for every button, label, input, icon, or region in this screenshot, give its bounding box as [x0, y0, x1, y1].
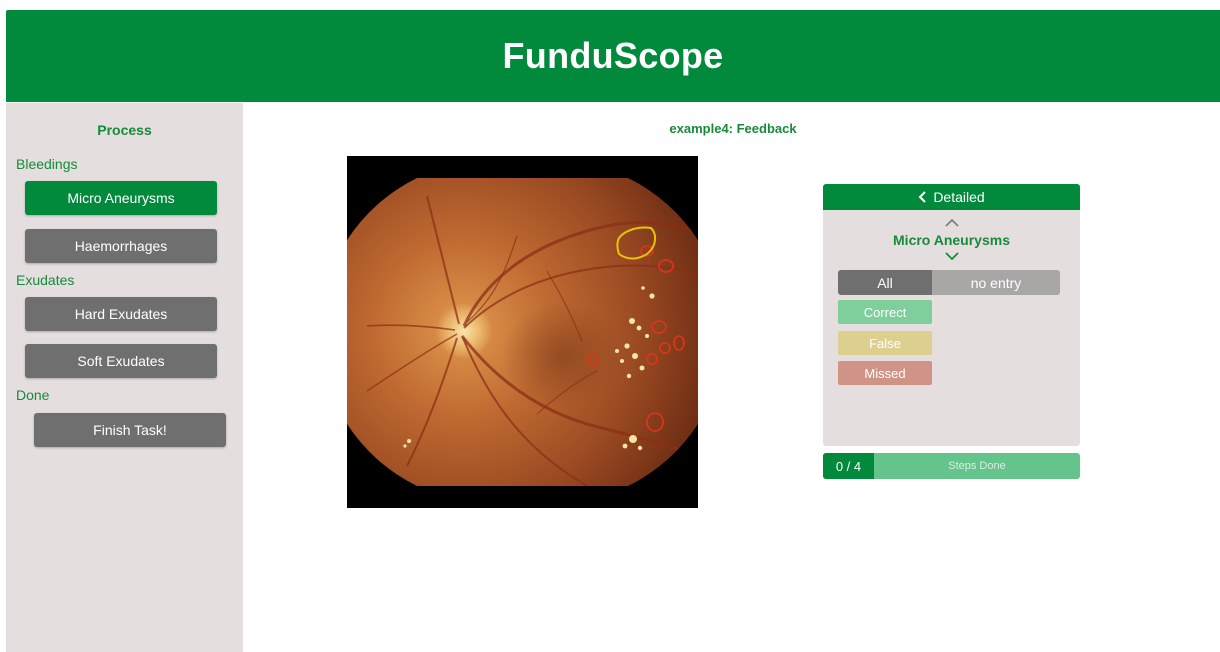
category-done: Done — [16, 387, 50, 403]
sidebar-item-hard-exudates[interactable]: Hard Exudates — [25, 297, 217, 331]
detail-panel: Micro Aneurysms All no entry Correct Fal… — [823, 210, 1080, 446]
current-category: Micro Aneurysms — [893, 232, 1010, 248]
legend-correct[interactable]: Correct — [838, 300, 932, 324]
chevron-up-icon[interactable] — [823, 218, 1080, 227]
fundus-image-canvas — [347, 156, 698, 508]
sidebar-item-haemorrhages[interactable]: Haemorrhages — [25, 229, 217, 263]
legend-missed[interactable]: Missed — [838, 361, 932, 385]
macula — [502, 301, 622, 411]
app-header: FunduScope — [6, 10, 1220, 102]
steps-progress: 0 / 4 Steps Done — [823, 453, 1080, 479]
chevron-left-icon — [918, 191, 927, 203]
sidebar-item-micro-aneurysms[interactable]: Micro Aneurysms — [25, 181, 217, 215]
detailed-label: Detailed — [933, 189, 985, 205]
finish-task-button[interactable]: Finish Task! — [34, 413, 226, 447]
detailed-toggle[interactable]: Detailed — [823, 184, 1080, 210]
steps-label: Steps Done — [948, 460, 1006, 472]
task-title: example4: Feedback — [669, 121, 797, 136]
fundus-image[interactable] — [347, 156, 698, 508]
filter-all-button[interactable]: All — [838, 270, 932, 295]
category-bleedings: Bleedings — [16, 156, 78, 172]
filter-no-entry-button[interactable]: no entry — [932, 270, 1060, 295]
sidebar-title: Process — [97, 122, 152, 138]
app-title: FunduScope — [502, 35, 724, 76]
chevron-down-icon[interactable] — [823, 252, 1080, 261]
process-sidebar: Process Bleedings Micro Aneurysms Haemor… — [6, 103, 243, 652]
sidebar-item-soft-exudates[interactable]: Soft Exudates — [25, 344, 217, 378]
category-exudates: Exudates — [16, 272, 75, 288]
legend-false[interactable]: False — [838, 331, 932, 355]
steps-count: 0 / 4 — [823, 453, 874, 479]
